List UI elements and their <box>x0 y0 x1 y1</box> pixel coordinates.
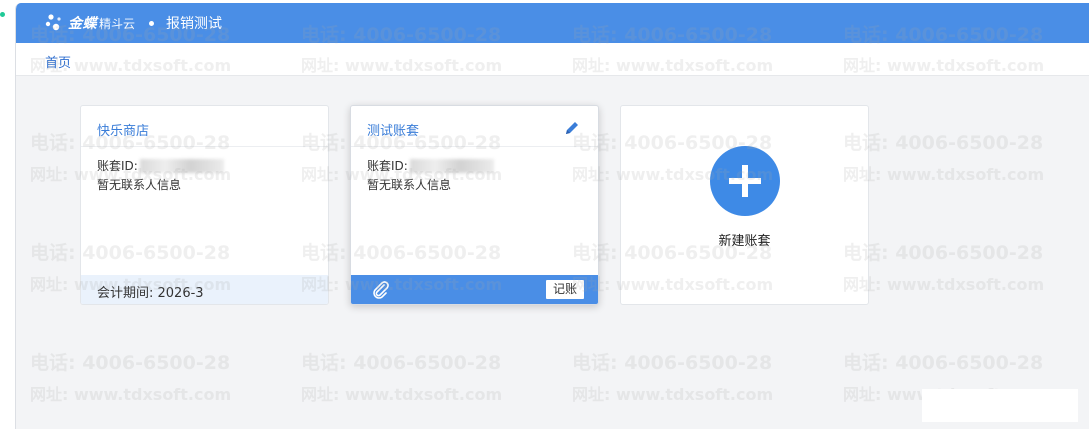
paperclip-icon[interactable] <box>371 280 391 304</box>
account-contact: 暂无联系人信息 <box>367 178 452 192</box>
card-footer-active: 记账 <box>351 275 598 304</box>
nav-bar: 首页 <box>16 43 1089 76</box>
card-footer: 会计期间: 2026-3 <box>81 275 328 304</box>
bookkeeping-button[interactable]: 记账 <box>545 280 584 299</box>
kingdee-logo[interactable]: 金蝶 精斗云 <box>45 3 135 43</box>
account-id-label: 账套ID: <box>97 159 138 173</box>
new-account-label[interactable]: 新建账套 <box>621 230 868 249</box>
add-icon[interactable] <box>710 146 780 216</box>
account-name[interactable]: 测试账套 <box>367 120 419 139</box>
edit-icon[interactable] <box>564 120 580 140</box>
card-divider <box>351 146 598 147</box>
top-header: 金蝶 精斗云 报销测试 <box>16 3 1089 43</box>
corner-overlay <box>922 389 1078 422</box>
app-window: 金蝶 精斗云 报销测试 首页 快乐商店 账套ID: 暂无联系人信息 会计期间: … <box>15 3 1089 429</box>
accounting-period: 会计期间: 2026-3 <box>97 286 204 301</box>
separator-dot <box>149 20 155 26</box>
status-indicator <box>0 12 5 17</box>
account-card[interactable]: 快乐商店 账套ID: 暂无联系人信息 会计期间: 2026-3 <box>80 105 329 305</box>
account-name[interactable]: 快乐商店 <box>97 120 149 139</box>
card-divider <box>81 146 328 147</box>
account-id-row: 账套ID: <box>367 157 494 174</box>
tab-home[interactable]: 首页 <box>45 52 71 71</box>
brand-product: 精斗云 <box>99 16 136 31</box>
logo-icon <box>45 14 61 31</box>
new-account-card[interactable]: 新建账套 <box>620 105 869 305</box>
redacted-id <box>139 158 224 173</box>
account-id-label: 账套ID: <box>367 159 408 173</box>
account-contact: 暂无联系人信息 <box>97 178 182 192</box>
app-title: 报销测试 <box>166 16 223 32</box>
account-id-row: 账套ID: <box>97 157 224 174</box>
brand-name: 金蝶 <box>68 16 97 32</box>
redacted-id <box>409 158 494 173</box>
account-card-selected[interactable]: 测试账套 账套ID: 暂无联系人信息 记账 <box>350 105 599 305</box>
